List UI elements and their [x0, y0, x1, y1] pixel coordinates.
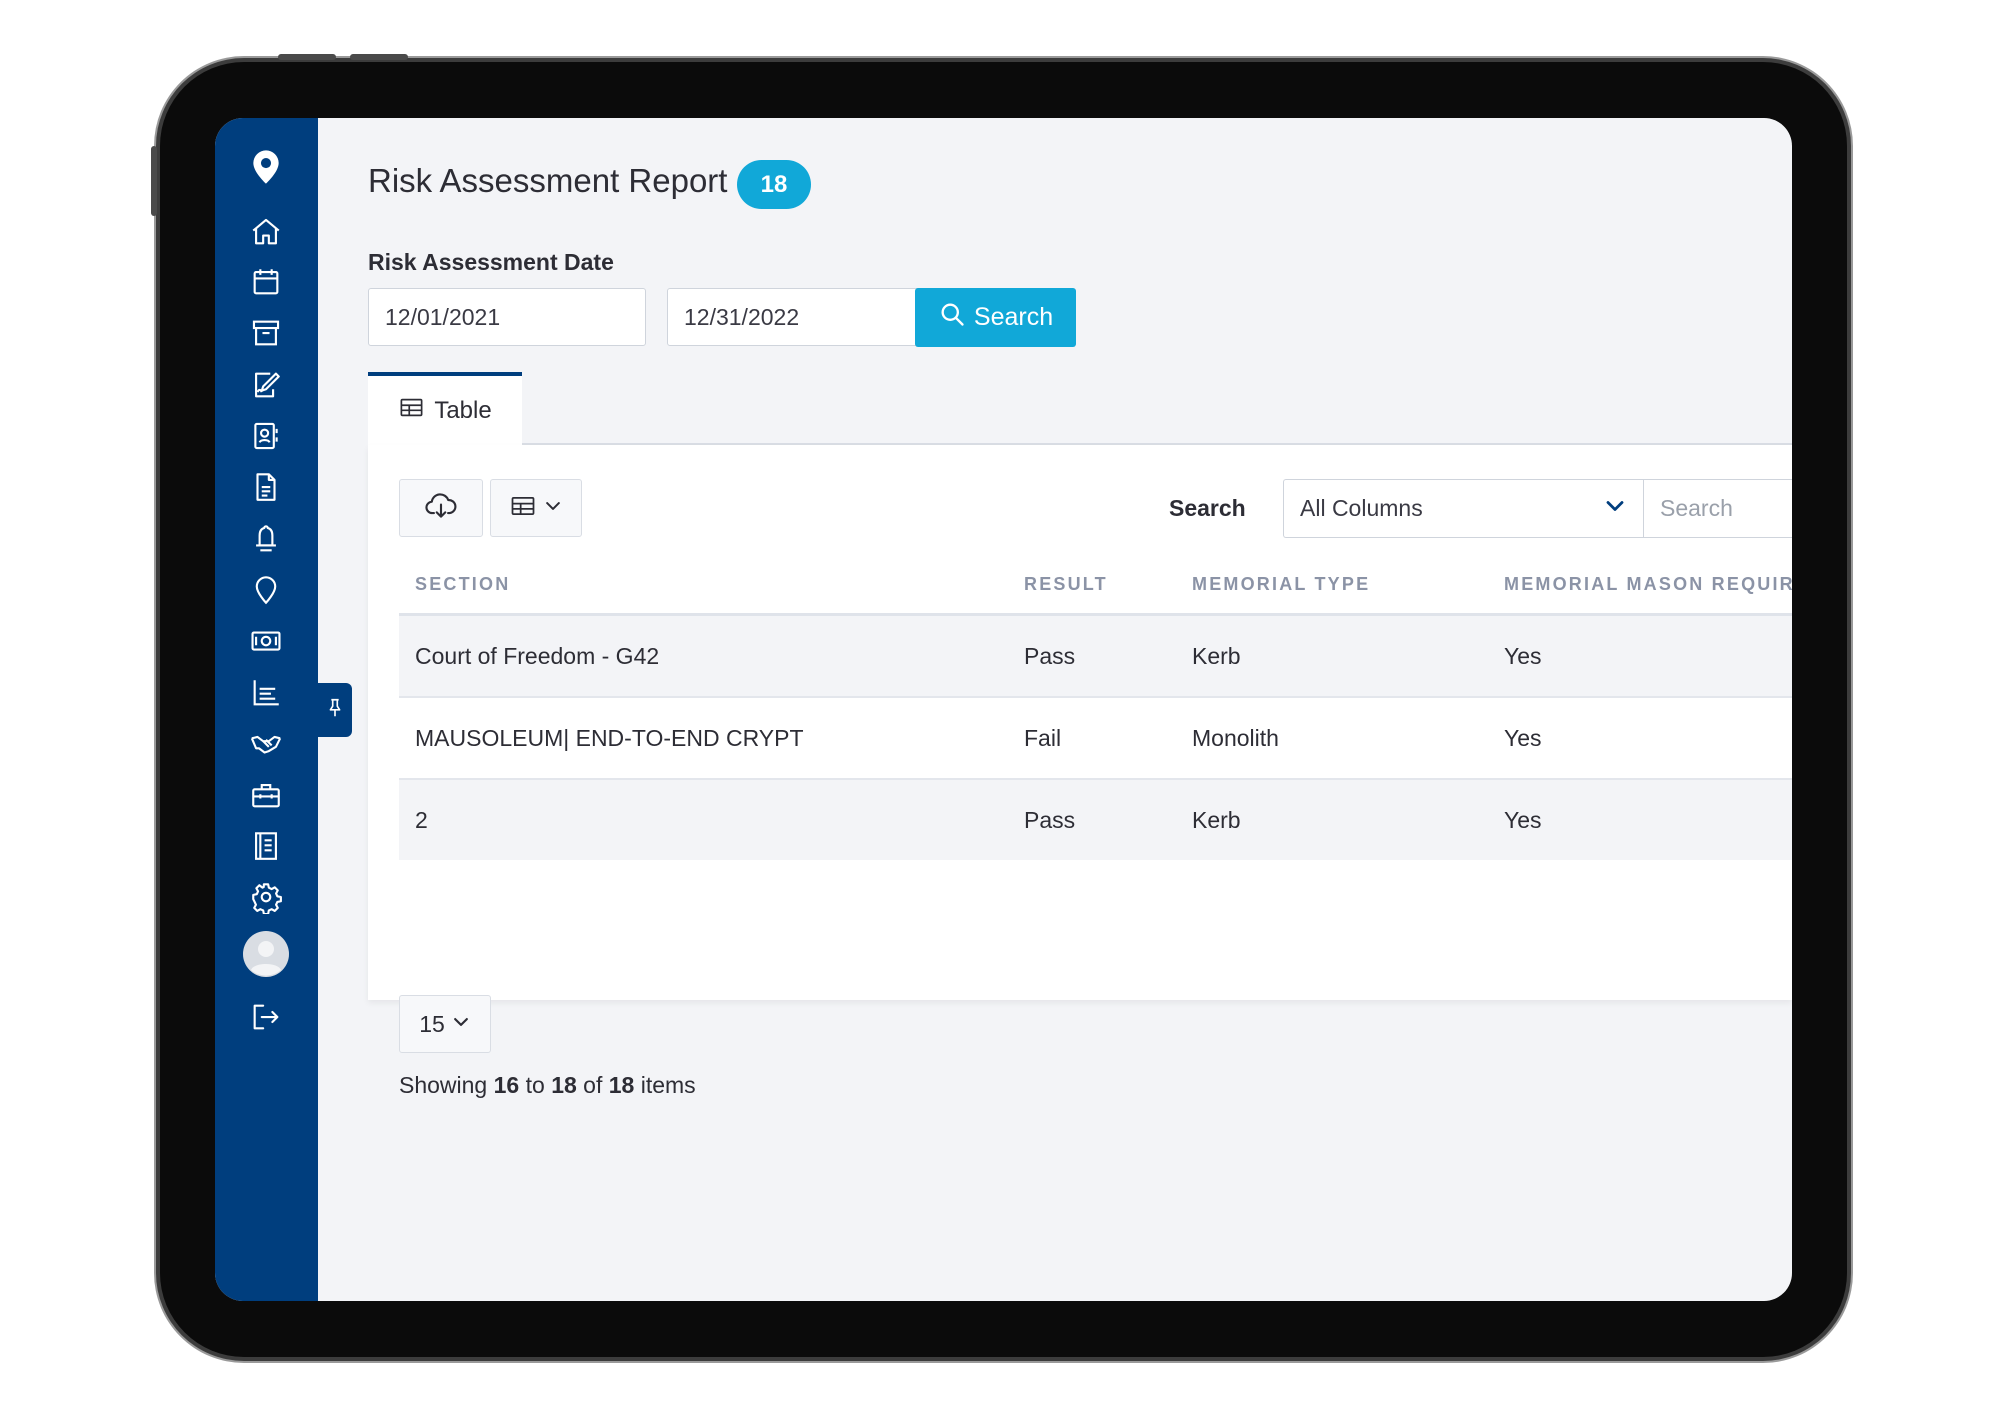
column-filter-label: Search: [1169, 495, 1246, 521]
ledger-book-icon[interactable]: [247, 827, 285, 865]
main-content: Risk Assessment Report 18 Risk Assessmen…: [318, 118, 1792, 1301]
column-select-value: All Columns: [1300, 495, 1423, 521]
summary-from: 16: [493, 1072, 520, 1098]
bar-chart-icon[interactable]: [247, 674, 285, 712]
search-button-label: Search: [973, 303, 1054, 331]
table-columns-icon: [509, 492, 537, 525]
table-row[interactable]: 2 Pass Kerb Yes: [399, 780, 1792, 860]
column-header-memorial-mason[interactable]: MEMORIAL MASON REQUIRE: [1504, 574, 1792, 595]
summary-of-word: of: [583, 1072, 603, 1098]
chevron-down-icon: [451, 1011, 471, 1038]
table-panel: Search All Columns SECTION RESULT MEMORI…: [368, 445, 1792, 1098]
location-pin-icon[interactable]: [247, 571, 285, 609]
app-screen: Risk Assessment Report 18 Risk Assessmen…: [215, 118, 1792, 1301]
signature-icon[interactable]: [247, 366, 285, 404]
date-to-input[interactable]: [667, 288, 945, 346]
toolbox-icon[interactable]: [247, 776, 285, 814]
pagination-summary: Showing 16 to 18 of 18 items: [399, 1072, 696, 1099]
column-header-memorial-type[interactable]: MEMORIAL TYPE: [1192, 574, 1370, 595]
sidebar: [215, 118, 318, 1301]
column-header-result[interactable]: RESULT: [1024, 574, 1108, 595]
record-count-badge: 18: [737, 160, 811, 209]
bell-icon[interactable]: [247, 520, 285, 558]
search-button[interactable]: Search: [915, 288, 1076, 347]
table-search-input[interactable]: [1643, 479, 1792, 538]
document-icon[interactable]: [247, 468, 285, 506]
gear-icon[interactable]: [247, 878, 285, 916]
chevron-down-icon: [1603, 494, 1627, 524]
page-title: Risk Assessment Report: [368, 162, 728, 199]
chevron-down-icon: [543, 496, 563, 521]
summary-suffix: items: [640, 1072, 696, 1098]
cell-mason-required: Yes: [1504, 724, 1542, 751]
summary-total: 18: [608, 1072, 635, 1098]
cell-section: 2: [415, 806, 428, 833]
map-pin-logo-icon[interactable]: [247, 142, 285, 192]
home-icon[interactable]: [247, 213, 285, 251]
page-size-value: 15: [419, 1010, 445, 1037]
cell-memorial-type: Kerb: [1192, 806, 1241, 833]
cell-mason-required: Yes: [1504, 806, 1542, 833]
cell-mason-required: Yes: [1504, 642, 1542, 669]
date-from-input[interactable]: [368, 288, 646, 346]
page-size-select[interactable]: 15: [399, 995, 491, 1053]
hardware-button: [350, 54, 408, 60]
user-avatar-icon[interactable]: [242, 930, 290, 978]
table-row[interactable]: Court of Freedom - G42 Pass Kerb Yes: [399, 616, 1792, 696]
logout-icon[interactable]: [247, 998, 285, 1036]
hardware-button: [151, 146, 157, 216]
money-icon[interactable]: [247, 622, 285, 660]
column-select-dropdown[interactable]: All Columns: [1283, 479, 1643, 538]
column-header-section[interactable]: SECTION: [415, 574, 510, 595]
cell-result: Fail: [1024, 724, 1062, 751]
cell-section: MAUSOLEUM| END-TO-END CRYPT: [415, 724, 804, 751]
hardware-button: [278, 54, 336, 60]
tablet-frame: Risk Assessment Report 18 Risk Assessmen…: [151, 54, 1847, 1357]
cloud-download-icon: [424, 489, 458, 528]
search-icon: [938, 300, 966, 335]
cell-memorial-type: Monolith: [1192, 724, 1279, 751]
cell-result: Pass: [1024, 642, 1076, 669]
table-row[interactable]: MAUSOLEUM| END-TO-END CRYPT Fail Monolit…: [399, 698, 1792, 778]
archive-icon[interactable]: [247, 314, 285, 352]
cell-memorial-type: Kerb: [1192, 642, 1241, 669]
tab-table[interactable]: Table: [368, 372, 522, 445]
summary-to-word: to: [525, 1072, 545, 1098]
tab-label: Table: [434, 396, 492, 424]
calendar-icon[interactable]: [247, 263, 285, 301]
table-icon: [398, 394, 425, 428]
contact-card-icon[interactable]: [247, 417, 285, 455]
cell-result: Pass: [1024, 806, 1076, 833]
handshake-icon[interactable]: [247, 725, 285, 763]
summary-prefix: Showing: [399, 1072, 488, 1098]
column-chooser-button[interactable]: [490, 479, 582, 537]
cell-section: Court of Freedom - G42: [415, 642, 660, 669]
summary-to: 18: [551, 1072, 577, 1098]
date-filter-label: Risk Assessment Date: [368, 249, 614, 275]
export-button[interactable]: [399, 479, 483, 537]
